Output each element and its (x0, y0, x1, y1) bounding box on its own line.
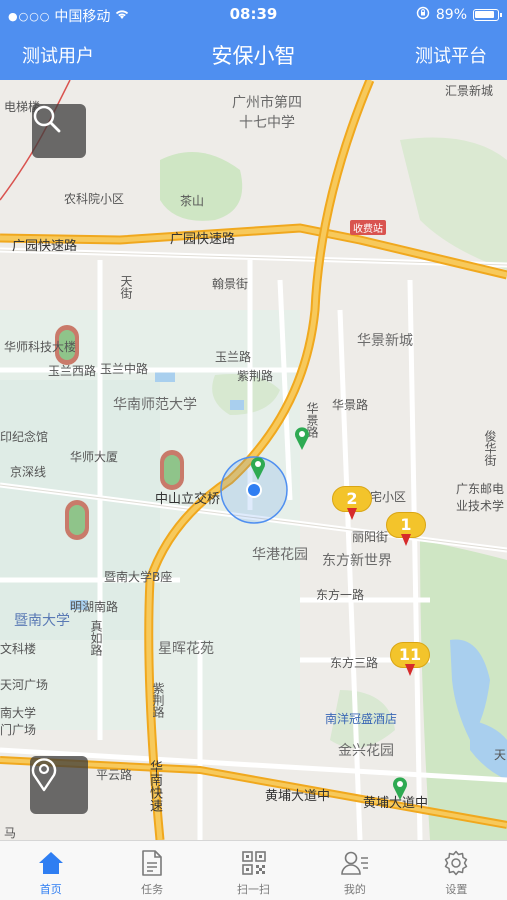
map-label-huashi-keji: 华师科技大楼 (4, 340, 77, 354)
map-label-yulan: 玉兰路 (215, 350, 252, 364)
tab-bar: 首页 任务 扫一扫 我的 设置 (0, 840, 507, 900)
map-label-bridge: 中山立交桥 (155, 492, 221, 507)
map-search-button[interactable] (32, 104, 86, 158)
map-label-jinxing: 金兴花园 (338, 743, 394, 759)
rotation-lock-icon (416, 6, 430, 24)
platform-button[interactable]: 测试平台 (415, 42, 487, 68)
map-label-jinan: 暨南大学 (14, 613, 70, 629)
battery-percent: 89% (435, 7, 467, 23)
map-label-minghu: 明湖南路 (70, 600, 119, 614)
map-label-tianjie: 天街 (119, 275, 133, 299)
map-label-jingshen: 京深线 (10, 465, 47, 479)
map-label-zhenru: 真如路 (89, 620, 103, 656)
status-bar: ●○○○ 中国移动 08:39 89% (0, 0, 507, 28)
map-label-huajing-rd: 华景路 (332, 398, 369, 412)
map-label-nongke: 农科院小区 (64, 192, 125, 206)
map-label-yulan-m: 玉兰中路 (100, 362, 149, 376)
map-label-huagang: 华港花园 (252, 547, 308, 563)
map-label-pingyun: 平云路 (96, 768, 133, 782)
map-label-hanjing: 翰景街 (212, 277, 249, 291)
map-label-huashi-dasha: 华师大厦 (70, 450, 119, 464)
map-label-yulan-w: 玉兰西路 (48, 364, 97, 378)
map-label-nanyang: 南洋冠盛酒店 (325, 712, 398, 726)
map-label-youdian: 广东邮电 业技术学 (456, 482, 505, 513)
map-label-chashan: 茶山 (180, 194, 205, 208)
status-right: 89% (416, 6, 502, 24)
tab-tasks[interactable]: 任务 (101, 841, 202, 900)
map-label-junjie: 俊华街 (483, 430, 497, 466)
tab-home[interactable]: 首页 (0, 841, 101, 900)
map-label-huijing: 汇景新城 (445, 84, 494, 98)
user-icon (341, 849, 369, 877)
tab-settings[interactable]: 设置 (406, 841, 507, 900)
tab-label: 扫一扫 (237, 883, 271, 896)
cluster-marker[interactable]: 11 (390, 642, 430, 678)
map-label-guangyuan-1: 广园快速路 (12, 239, 78, 254)
map-label-tian: 天 (494, 748, 507, 762)
map-label-dongfang: 东方新世界 (322, 553, 392, 569)
map-label-dongfang1: 东方一路 (316, 588, 365, 602)
cluster-marker[interactable]: 2 (332, 486, 372, 522)
map-label-school: 广州市第四 十七中学 (232, 95, 302, 131)
cluster-pin-tip (401, 534, 411, 546)
map-label-toll: 收费站 (350, 220, 386, 235)
document-icon (138, 849, 166, 877)
tab-label: 我的 (343, 883, 366, 896)
map-label-jinan-b: 暨南大学B座 (104, 570, 173, 584)
map-label-zijing: 紫荆路 (237, 369, 274, 383)
map-label-ma: 马 (4, 826, 17, 840)
tab-label: 首页 (39, 883, 62, 896)
map-label-wenke: 文科楼 (0, 642, 37, 656)
cluster-pin-tip (347, 508, 357, 520)
map-locate-button[interactable] (30, 756, 88, 814)
tab-label: 设置 (445, 883, 468, 896)
map-label-lijing: 丽阳街 (352, 530, 389, 544)
map-label-xinghui: 星晖花苑 (158, 641, 214, 657)
device-pin-green[interactable] (392, 776, 408, 800)
map-label-ziyun: 紫荆路 (151, 682, 165, 718)
home-icon (37, 849, 65, 877)
map-label-huanan-ks: 华南快速 (147, 760, 162, 812)
cluster-pin-tip (405, 664, 415, 676)
tab-label: 任务 (141, 883, 164, 896)
map-label-guangyuan-2: 广园快速路 (170, 232, 236, 247)
qr-code-icon (240, 849, 268, 877)
map-label-huajing-xc: 华景新城 (357, 333, 413, 349)
tab-scan[interactable]: 扫一扫 (203, 841, 304, 900)
device-pin-green[interactable] (294, 426, 310, 450)
nav-bar: 测试用户 安保小智 测试平台 (0, 28, 507, 80)
map-label-huangpu-1: 黄埔大道中 (265, 789, 331, 804)
map-view[interactable]: 广州市第四 十七中学 电梯楼 汇景新城 农科院小区 茶山 广园快速路 广园快速路… (0, 80, 507, 840)
map-label-tianhe-guang: 天河广场 (0, 678, 49, 692)
map-label-dongfang3: 东方三路 (330, 656, 379, 670)
map-label-scnu: 华南师范大学 (113, 397, 197, 413)
gear-icon (442, 849, 470, 877)
device-pin-green[interactable] (250, 456, 266, 480)
battery-icon (473, 9, 502, 21)
tab-mine[interactable]: 我的 (304, 841, 405, 900)
map-label-jinan-gate: 南大学 门广场 (0, 706, 37, 737)
cluster-marker[interactable]: 1 (386, 512, 426, 548)
map-label-zhaixiaoqu: 宅小区 (370, 490, 407, 504)
map-label-memorial: 印纪念馆 (0, 430, 49, 444)
